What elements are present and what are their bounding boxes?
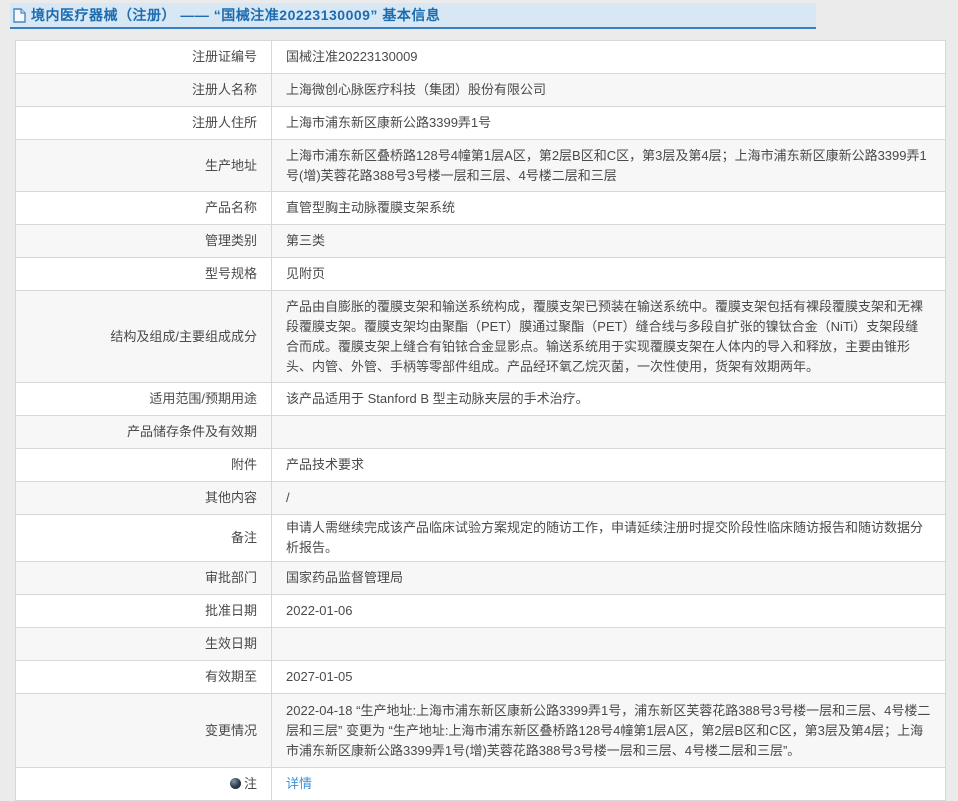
- table-row: 产品名称 直管型胸主动脉覆膜支架系统: [16, 192, 946, 225]
- info-table: 注册证编号 国械注准20223130009 注册人名称 上海微创心脉医疗科技（集…: [15, 40, 946, 801]
- row-label: 批准日期: [16, 595, 272, 628]
- table-row: 审批部门 国家药品监督管理局: [16, 562, 946, 595]
- row-value: 国家药品监督管理局: [272, 562, 946, 595]
- row-value: 上海市浦东新区康新公路3399弄1号: [272, 107, 946, 140]
- row-label: 附件: [16, 449, 272, 482]
- row-value: 2022-01-06: [272, 595, 946, 628]
- table-row: 适用范围/预期用途 该产品适用于 Stanford B 型主动脉夹层的手术治疗。: [16, 383, 946, 416]
- table-row: 其他内容 /: [16, 482, 946, 515]
- table-row: 产品储存条件及有效期: [16, 416, 946, 449]
- table-row: 注册人住所 上海市浦东新区康新公路3399弄1号: [16, 107, 946, 140]
- row-label: 变更情况: [16, 694, 272, 768]
- row-value: 产品技术要求: [272, 449, 946, 482]
- row-value: [272, 628, 946, 661]
- table-row: 生产地址 上海市浦东新区叠桥路128号4幢第1层A区，第2层B区和C区，第3层及…: [16, 140, 946, 192]
- row-label: 其他内容: [16, 482, 272, 515]
- row-value: 第三类: [272, 225, 946, 258]
- row-label: 审批部门: [16, 562, 272, 595]
- row-label: 生产地址: [16, 140, 272, 192]
- header-bar: 境内医疗器械（注册） —— “国械注准20223130009” 基本信息: [10, 3, 816, 29]
- note-icon: [230, 778, 241, 789]
- row-value: /: [272, 482, 946, 515]
- row-label: 适用范围/预期用途: [16, 383, 272, 416]
- row-label: 产品储存条件及有效期: [16, 416, 272, 449]
- table-row: 注册人名称 上海微创心脉医疗科技（集团）股份有限公司: [16, 74, 946, 107]
- row-label: 产品名称: [16, 192, 272, 225]
- row-label: 有效期至: [16, 661, 272, 694]
- row-value: 2027-01-05: [272, 661, 946, 694]
- page-title: 境内医疗器械（注册） —— “国械注准20223130009” 基本信息: [31, 5, 440, 25]
- row-label: 管理类别: [16, 225, 272, 258]
- table-row: 批准日期 2022-01-06: [16, 595, 946, 628]
- table-row: 管理类别 第三类: [16, 225, 946, 258]
- row-value: 见附页: [272, 258, 946, 291]
- row-label: 注: [16, 768, 272, 801]
- table-row: 附件 产品技术要求: [16, 449, 946, 482]
- table-row: 变更情况 2022-04-18 “生产地址:上海市浦东新区康新公路3399弄1号…: [16, 694, 946, 768]
- note-label: 注: [244, 776, 257, 791]
- row-value: [272, 416, 946, 449]
- row-label: 生效日期: [16, 628, 272, 661]
- details-link[interactable]: 详情: [286, 776, 312, 791]
- table-row: 有效期至 2027-01-05: [16, 661, 946, 694]
- table-row: 型号规格 见附页: [16, 258, 946, 291]
- row-value: 申请人需继续完成该产品临床试验方案规定的随访工作，申请延续注册时提交阶段性临床随…: [272, 515, 946, 562]
- table-row: 备注 申请人需继续完成该产品临床试验方案规定的随访工作，申请延续注册时提交阶段性…: [16, 515, 946, 562]
- row-value: 上海市浦东新区叠桥路128号4幢第1层A区，第2层B区和C区，第3层及第4层；上…: [272, 140, 946, 192]
- row-label: 注册证编号: [16, 41, 272, 74]
- document-icon: [13, 8, 26, 23]
- row-value: 直管型胸主动脉覆膜支架系统: [272, 192, 946, 225]
- row-value: 产品由自膨胀的覆膜支架和输送系统构成，覆膜支架已预装在输送系统中。覆膜支架包括有…: [272, 291, 946, 383]
- row-value: 上海微创心脉医疗科技（集团）股份有限公司: [272, 74, 946, 107]
- row-value: 该产品适用于 Stanford B 型主动脉夹层的手术治疗。: [272, 383, 946, 416]
- table-row: 注册证编号 国械注准20223130009: [16, 41, 946, 74]
- row-value: 国械注准20223130009: [272, 41, 946, 74]
- row-label: 注册人住所: [16, 107, 272, 140]
- table-row: 结构及组成/主要组成成分 产品由自膨胀的覆膜支架和输送系统构成，覆膜支架已预装在…: [16, 291, 946, 383]
- row-label: 结构及组成/主要组成成分: [16, 291, 272, 383]
- row-label: 型号规格: [16, 258, 272, 291]
- row-label: 注册人名称: [16, 74, 272, 107]
- table-row: 注 详情: [16, 768, 946, 801]
- table-row: 生效日期: [16, 628, 946, 661]
- row-value: 2022-04-18 “生产地址:上海市浦东新区康新公路3399弄1号，浦东新区…: [272, 694, 946, 768]
- row-value: 详情: [272, 768, 946, 801]
- row-label: 备注: [16, 515, 272, 562]
